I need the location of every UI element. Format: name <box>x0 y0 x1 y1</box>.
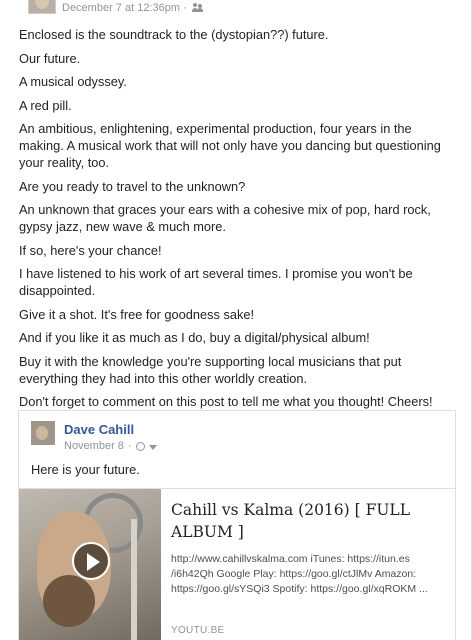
link-info: Cahill vs Kalma (2016) [ FULL ALBUM ] ht… <box>171 499 451 597</box>
post-paragraph: A musical odyssey. <box>19 74 127 89</box>
post-card: December 7 at 12:36pm · Enclosed is the … <box>0 0 472 640</box>
post-paragraph: And if you like it as much as I do, buy … <box>19 330 370 345</box>
video-thumbnail[interactable] <box>19 489 161 640</box>
link-title[interactable]: Cahill vs Kalma (2016) [ FULL ALBUM ] <box>171 499 451 543</box>
post-paragraph: I have listened to his work of art sever… <box>19 266 413 298</box>
post-paragraph: Buy it with the knowledge you're support… <box>19 353 402 386</box>
friends-icon[interactable] <box>191 3 204 13</box>
post-paragraph: A red pill. <box>19 97 72 113</box>
shared-text: Here is your future. <box>31 462 140 477</box>
post-paragraph: Don't forget to comment on this post to … <box>19 394 433 409</box>
post-paragraph: Give it a shot. It's free for goodness s… <box>19 306 255 322</box>
globe-icon[interactable] <box>135 441 145 451</box>
post-paragraph: If so, here's your chance! <box>19 242 162 258</box>
shared-author-avatar[interactable] <box>31 421 55 445</box>
shared-date[interactable]: November 8 <box>64 440 124 452</box>
post-paragraph: An ambitious, enlightening, experimental… <box>19 121 441 170</box>
link-description: http://www.cahillvskalma.com iTunes: htt… <box>171 553 428 595</box>
link-domain: YOUTU.BE <box>171 625 225 636</box>
meta-separator: · <box>127 440 132 452</box>
play-icon[interactable] <box>72 542 110 580</box>
post-paragraph: Are you ready to travel to the unknown? <box>19 178 246 194</box>
post-header: December 7 at 12:36pm · <box>0 0 471 18</box>
avatar[interactable] <box>28 0 56 14</box>
shared-post: Dave Cahill November 8 · Here is your fu… <box>18 410 456 640</box>
chevron-down-icon[interactable] <box>148 444 157 450</box>
shared-meta: November 8 · <box>64 440 157 452</box>
post-body: Enclosed is the soundtrack to the (dysto… <box>19 26 459 417</box>
post-meta: December 7 at 12:36pm · <box>62 2 204 14</box>
post-paragraph: Enclosed is the soundtrack to the (dysto… <box>19 27 329 42</box>
post-timestamp[interactable]: December 7 at 12:36pm <box>62 2 180 14</box>
meta-separator: · <box>183 2 187 14</box>
post-paragraph: An unknown that graces your ears with a … <box>19 202 431 234</box>
link-preview[interactable]: Cahill vs Kalma (2016) [ FULL ALBUM ] ht… <box>19 488 456 640</box>
post-paragraph: Our future. <box>19 50 81 66</box>
shared-author-name[interactable]: Dave Cahill <box>64 422 134 437</box>
